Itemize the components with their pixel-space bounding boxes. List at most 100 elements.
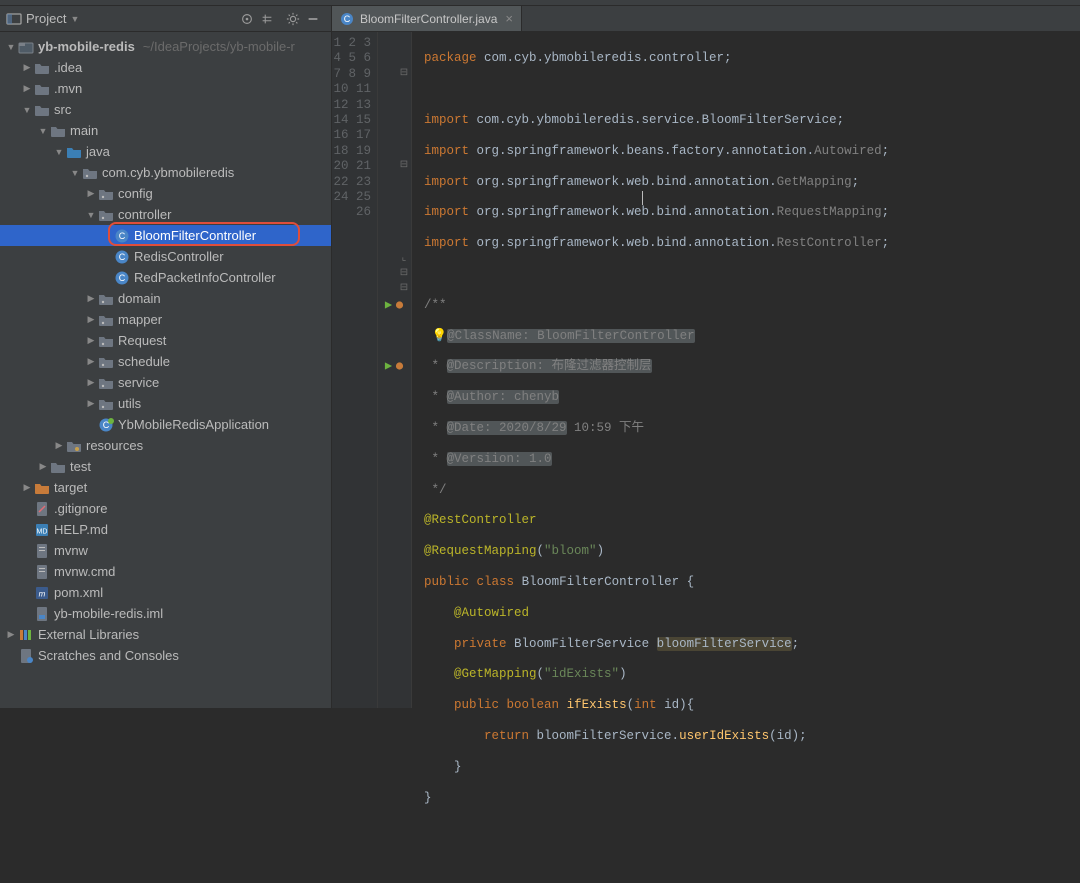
- package-icon: [98, 354, 114, 370]
- project-tool-title[interactable]: Project: [26, 11, 66, 26]
- folder-icon: [34, 81, 50, 97]
- tree-item-label: Request: [118, 333, 166, 348]
- file-icon: [34, 543, 50, 559]
- tree-item-com-cyb-ybmobileredis[interactable]: ▼com.cyb.ybmobileredis: [0, 162, 331, 183]
- tree-item-label: schedule: [118, 354, 170, 369]
- tree-item-target[interactable]: ▶target: [0, 477, 331, 498]
- fold-toggle-icon[interactable]: ⊟: [399, 267, 409, 277]
- folder-icon: [34, 102, 50, 118]
- expand-arrow-icon[interactable]: ▶: [84, 376, 98, 390]
- expand-arrow-icon[interactable]: ▶: [52, 439, 66, 453]
- expand-arrow-icon[interactable]: ▶: [84, 187, 98, 201]
- expand-arrow-icon[interactable]: ▶: [84, 334, 98, 348]
- expand-arrow-icon[interactable]: ▶: [36, 460, 50, 474]
- tree-item-redpacketinfocontroller[interactable]: ▶CRedPacketInfoController: [0, 267, 331, 288]
- tree-item-controller[interactable]: ▼controller: [0, 204, 331, 225]
- expand-arrow-icon[interactable]: ▶: [84, 313, 98, 327]
- text-caret: [642, 191, 643, 205]
- fold-toggle-icon[interactable]: ⊟: [399, 67, 409, 77]
- tree-item-rediscontroller[interactable]: ▶CRedisController: [0, 246, 331, 267]
- expand-arrow-icon[interactable]: ▶: [84, 355, 98, 369]
- tree-item-label: mvnw.cmd: [54, 564, 115, 579]
- close-tab-button[interactable]: ×: [503, 11, 513, 26]
- expand-arrow-icon[interactable]: ▼: [68, 166, 82, 180]
- tree-item-mvnw-cmd[interactable]: ▶mvnw.cmd: [0, 561, 331, 582]
- tree-item-config[interactable]: ▶ config: [0, 183, 331, 204]
- fold-toggle-icon[interactable]: ⌞: [399, 252, 409, 262]
- tree-item-label: config: [118, 186, 153, 201]
- collapse-all-button[interactable]: [257, 9, 277, 29]
- file-icon: [34, 564, 50, 580]
- code-editor[interactable]: package com.cyb.ybmobileredis.controller…: [412, 32, 1080, 708]
- expand-arrow-icon[interactable]: ▶: [20, 61, 34, 75]
- fold-toggle-icon[interactable]: ⊟: [399, 282, 409, 292]
- editor-tab[interactable]: C BloomFilterController.java ×: [332, 6, 522, 31]
- tree-item-label: RedPacketInfoController: [134, 270, 276, 285]
- expand-arrow-icon[interactable]: ▼: [20, 103, 34, 117]
- class-icon: C: [114, 228, 130, 244]
- tree-item-mvnw[interactable]: ▶mvnw: [0, 540, 331, 561]
- svg-text:C: C: [119, 231, 126, 241]
- tree-item-ybmobileredisapplication[interactable]: ▶CYbMobileRedisApplication: [0, 414, 331, 435]
- chevron-down-icon[interactable]: ▼: [70, 14, 79, 24]
- tree-item-pom-xml[interactable]: ▶mpom.xml: [0, 582, 331, 603]
- tree-item-service[interactable]: ▶service: [0, 372, 331, 393]
- svg-text:m: m: [39, 589, 46, 598]
- tree-item-label: resources: [86, 438, 143, 453]
- package-icon: [98, 333, 114, 349]
- tree-item-label: BloomFilterController: [134, 228, 256, 243]
- tree-item-test[interactable]: ▶ test: [0, 456, 331, 477]
- line-number-gutter[interactable]: 1 2 3 4 5 6 7 8 9 10 11 12 13 14 15 16 1…: [332, 32, 378, 708]
- tree-item-mapper[interactable]: ▶mapper: [0, 309, 331, 330]
- folder-src-icon: [66, 144, 82, 160]
- tree-item-label: yb-mobile-redis.iml: [54, 606, 163, 621]
- tree-item-bloomfiltercontroller[interactable]: ▶CBloomFilterController: [0, 225, 331, 246]
- tree-item-utils[interactable]: ▶utils: [0, 393, 331, 414]
- tree-item-src[interactable]: ▼src: [0, 99, 331, 120]
- tree-item-external-libraries[interactable]: ▶ External Libraries: [0, 624, 331, 645]
- intention-bulb-icon[interactable]: 💡: [432, 329, 448, 343]
- gutter-run-icon[interactable]: [384, 359, 404, 373]
- editor-tabbar: C BloomFilterController.java ×: [332, 6, 1080, 32]
- tree-item-label: .mvn: [54, 81, 82, 96]
- tree-item-scratches-and-consoles[interactable]: ▶Scratches and Consoles: [0, 645, 331, 666]
- class-icon: C: [114, 270, 130, 286]
- tree-item--mvn[interactable]: ▶ .mvn: [0, 78, 331, 99]
- tree-item-domain[interactable]: ▶domain: [0, 288, 331, 309]
- folder-icon: [50, 123, 66, 139]
- package-icon: [98, 375, 114, 391]
- tree-item-label: test: [70, 459, 91, 474]
- marker-gutter[interactable]: ⊟ ⊟ ⌞ ⊟ ⊟: [378, 32, 412, 708]
- tree-item-label: RedisController: [134, 249, 224, 264]
- tree-item-resources[interactable]: ▶ resources: [0, 435, 331, 456]
- scratch-icon: [18, 648, 34, 664]
- tree-item-help-md[interactable]: ▶MDHELP.md: [0, 519, 331, 540]
- spring-class-icon: C: [98, 417, 114, 433]
- expand-arrow-icon[interactable]: ▼: [52, 145, 66, 159]
- iml-icon: [34, 606, 50, 622]
- tree-item-yb-mobile-redis[interactable]: ▼yb-mobile-redis~/IdeaProjects/yb-mobile…: [0, 36, 331, 57]
- expand-arrow-icon[interactable]: ▶: [84, 397, 98, 411]
- tree-item-request[interactable]: ▶ Request: [0, 330, 331, 351]
- tree-item-label: .idea: [54, 60, 82, 75]
- tree-item--idea[interactable]: ▶ .idea: [0, 57, 331, 78]
- expand-arrow-icon[interactable]: ▶: [84, 292, 98, 306]
- expand-arrow-icon[interactable]: ▼: [36, 124, 50, 138]
- select-opened-file-button[interactable]: [237, 9, 257, 29]
- expand-arrow-icon[interactable]: ▼: [4, 40, 18, 54]
- gear-icon[interactable]: [283, 9, 303, 29]
- gutter-run-icon[interactable]: [384, 298, 404, 312]
- project-tree[interactable]: ▼yb-mobile-redis~/IdeaProjects/yb-mobile…: [0, 32, 331, 666]
- tree-item--gitignore[interactable]: ▶.gitignore: [0, 498, 331, 519]
- expand-arrow-icon[interactable]: ▶: [20, 82, 34, 96]
- expand-arrow-icon[interactable]: ▶: [20, 481, 34, 495]
- tree-item-main[interactable]: ▼main: [0, 120, 331, 141]
- tree-item-yb-mobile-redis-iml[interactable]: ▶yb-mobile-redis.iml: [0, 603, 331, 624]
- tree-item-java[interactable]: ▼java: [0, 141, 331, 162]
- tree-item-schedule[interactable]: ▶ schedule: [0, 351, 331, 372]
- tree-item-label: External Libraries: [38, 627, 139, 642]
- hide-tool-window-button[interactable]: [303, 9, 323, 29]
- expand-arrow-icon[interactable]: ▼: [84, 208, 98, 222]
- fold-toggle-icon[interactable]: ⊟: [399, 159, 409, 169]
- expand-arrow-icon[interactable]: ▶: [4, 628, 18, 642]
